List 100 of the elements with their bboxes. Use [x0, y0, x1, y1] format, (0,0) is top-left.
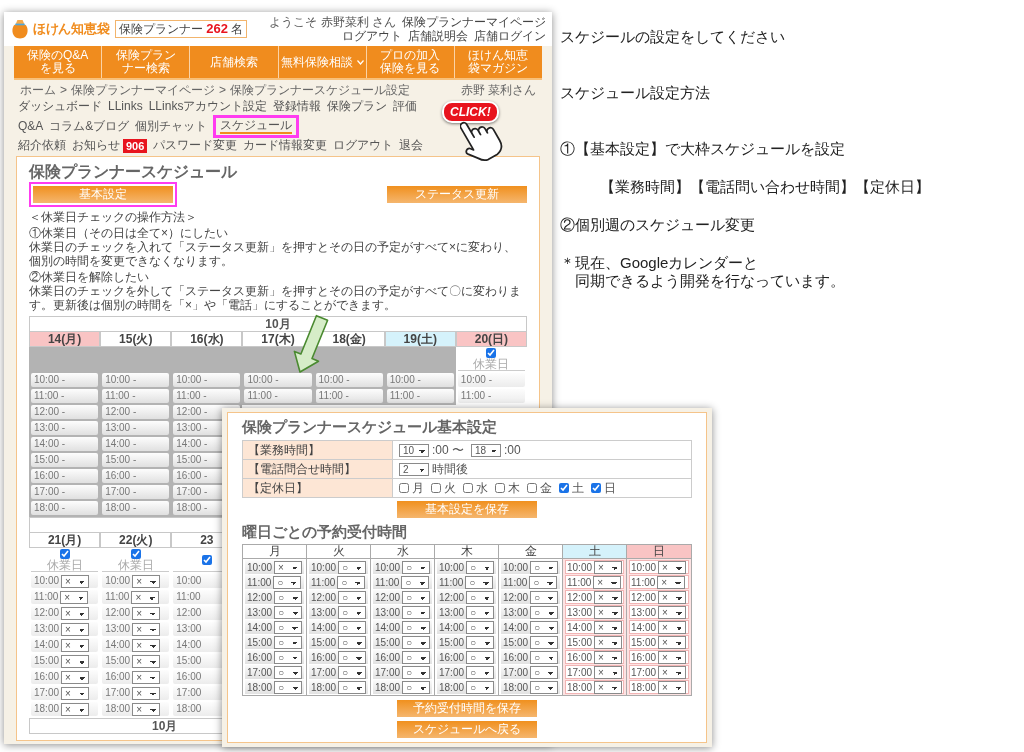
availability-select[interactable]: ○ — [530, 605, 559, 619]
availability-select[interactable]: × — [658, 560, 687, 574]
holiday-checkbox[interactable] — [201, 554, 212, 565]
menu-link[interactable]: コラム&ブログ — [49, 119, 130, 134]
availability-select[interactable]: ○ — [337, 575, 366, 589]
availability-select[interactable]: ○ — [338, 620, 367, 634]
header-link[interactable]: 店舗ログイン — [474, 29, 546, 43]
availability-select[interactable]: ○ — [402, 650, 431, 664]
availability-select[interactable]: × — [594, 635, 623, 649]
availability-select[interactable]: ○ — [338, 590, 367, 604]
availability-select[interactable]: ○ — [274, 665, 303, 679]
availability-select[interactable]: × — [594, 605, 623, 619]
availability-select[interactable]: × — [61, 686, 90, 700]
availability-select[interactable]: ○ — [401, 575, 430, 589]
availability-select[interactable]: ○ — [338, 605, 367, 619]
menu-link[interactable]: カード情報変更 — [243, 138, 328, 153]
holiday-checkbox[interactable] — [59, 548, 70, 559]
menu-link[interactable]: 登録情報 — [273, 99, 322, 114]
availability-select[interactable]: ○ — [529, 575, 558, 589]
menu-link[interactable]: Q&A — [18, 119, 44, 134]
availability-select[interactable]: ○ — [338, 665, 367, 679]
menu-link[interactable]: 保険プラン — [327, 99, 388, 114]
availability-select[interactable]: ○ — [274, 650, 303, 664]
holiday-checkbox[interactable] — [486, 347, 497, 358]
availability-select[interactable]: ○ — [466, 680, 495, 694]
holiday-checkbox[interactable] — [130, 548, 141, 559]
availability-select[interactable]: × — [61, 654, 90, 668]
availability-select[interactable]: ○ — [274, 680, 303, 694]
availability-select[interactable]: × — [61, 622, 90, 636]
availability-select[interactable]: × — [132, 622, 161, 636]
availability-select[interactable]: ○ — [466, 650, 495, 664]
weekday-checkbox[interactable] — [591, 483, 601, 493]
availability-select[interactable]: × — [594, 620, 623, 634]
availability-select[interactable]: ○ — [338, 560, 367, 574]
availability-select[interactable]: ○ — [466, 605, 495, 619]
availability-select[interactable]: × — [132, 702, 161, 716]
availability-select[interactable]: × — [594, 665, 623, 679]
availability-select[interactable]: × — [132, 606, 161, 620]
availability-select[interactable]: × — [594, 560, 623, 574]
availability-select[interactable]: ○ — [402, 680, 431, 694]
hour-select[interactable]: 10 — [399, 443, 429, 457]
breadcrumb-link[interactable]: 保険プランナーマイページ — [71, 83, 215, 97]
availability-select[interactable]: ○ — [466, 635, 495, 649]
availability-select[interactable]: ○ — [273, 575, 302, 589]
availability-select[interactable]: × — [61, 574, 90, 588]
availability-select[interactable]: × — [658, 635, 687, 649]
availability-select[interactable]: ○ — [274, 620, 303, 634]
availability-select[interactable]: × — [132, 670, 161, 684]
menu-link[interactable]: ダッシュボード — [18, 99, 102, 114]
weekday-checkbox[interactable] — [527, 483, 537, 493]
availability-select[interactable]: × — [60, 590, 89, 604]
menu-link[interactable]: 評価 — [393, 99, 418, 114]
availability-select[interactable]: ○ — [466, 620, 495, 634]
weekday-checkbox[interactable] — [495, 483, 505, 493]
header-link[interactable]: 保険プランナーマイページ — [402, 15, 546, 29]
menu-link[interactable]: 個別チャット — [135, 119, 208, 134]
availability-select[interactable]: × — [132, 574, 161, 588]
availability-select[interactable]: × — [658, 605, 687, 619]
availability-select[interactable]: × — [594, 680, 623, 694]
availability-select[interactable]: ○ — [530, 590, 559, 604]
availability-select[interactable]: ○ — [338, 650, 367, 664]
availability-select[interactable]: ○ — [466, 590, 495, 604]
availability-select[interactable]: × — [132, 638, 161, 652]
menu-link[interactable]: LLinks — [108, 99, 143, 114]
availability-select[interactable]: × — [594, 590, 623, 604]
availability-select[interactable]: ○ — [402, 590, 431, 604]
menu-link[interactable]: ログアウト — [333, 138, 394, 153]
availability-select[interactable]: ○ — [402, 665, 431, 679]
weekday-checkbox[interactable] — [399, 483, 409, 493]
availability-select[interactable]: × — [658, 620, 687, 634]
availability-select[interactable]: ○ — [274, 635, 303, 649]
availability-select[interactable]: × — [61, 670, 90, 684]
availability-select[interactable]: ○ — [338, 680, 367, 694]
menu-link[interactable]: スケジュール — [220, 119, 293, 134]
availability-select[interactable]: × — [658, 590, 687, 604]
availability-select[interactable]: × — [593, 575, 622, 589]
availability-select[interactable]: ○ — [274, 605, 303, 619]
menu-link[interactable]: 退会 — [399, 138, 424, 153]
availability-select[interactable]: × — [61, 606, 90, 620]
availability-select[interactable]: × — [594, 650, 623, 664]
availability-select[interactable]: ○ — [402, 620, 431, 634]
availability-select[interactable]: × — [658, 680, 687, 694]
weekday-checkbox[interactable] — [559, 483, 569, 493]
menu-link[interactable]: LLinksアカウント設定 — [148, 99, 268, 114]
availability-select[interactable]: ○ — [466, 560, 495, 574]
availability-select[interactable]: × — [132, 686, 161, 700]
availability-select[interactable]: ○ — [530, 650, 559, 664]
availability-select[interactable]: ○ — [530, 560, 559, 574]
menu-link[interactable]: パスワード変更 — [153, 138, 238, 153]
availability-select[interactable]: ○ — [530, 620, 559, 634]
menu-link[interactable]: 紹介依頼 — [18, 138, 66, 153]
availability-select[interactable]: × — [658, 650, 687, 664]
header-link[interactable]: 店舗説明会 — [408, 29, 468, 43]
availability-select[interactable]: ○ — [274, 590, 303, 604]
availability-select[interactable]: ○ — [338, 635, 367, 649]
breadcrumb-link[interactable]: ホーム — [20, 83, 56, 97]
availability-select[interactable]: × — [657, 575, 686, 589]
availability-select[interactable]: ○ — [530, 665, 559, 679]
weekday-checkbox[interactable] — [431, 483, 441, 493]
availability-select[interactable]: × — [132, 654, 161, 668]
